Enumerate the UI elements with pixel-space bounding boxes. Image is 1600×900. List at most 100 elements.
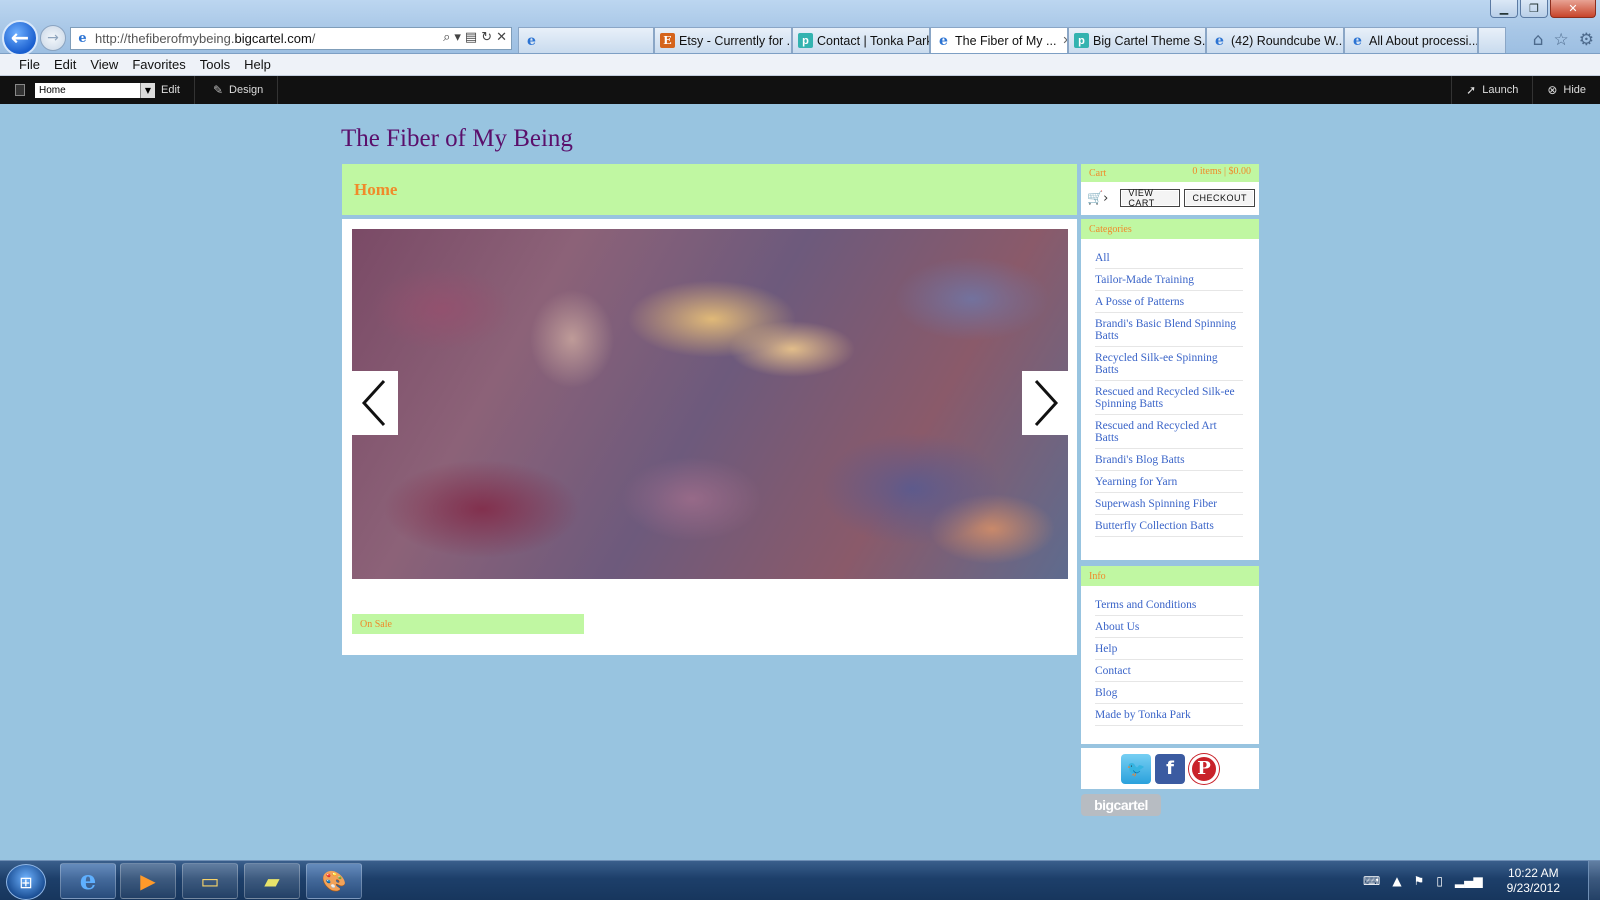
info-made-by-link[interactable]: Made by Tonka Park	[1095, 704, 1243, 726]
close-circle-icon: ⊗	[1547, 83, 1558, 97]
design-label: Design	[229, 84, 264, 96]
ie-icon: e	[939, 32, 948, 49]
start-button[interactable]: ⊞	[6, 864, 46, 900]
category-butterfly-collection-batts[interactable]: Butterfly Collection Batts	[1095, 515, 1243, 537]
page-icon	[15, 84, 25, 96]
network-signal-icon[interactable]: ▂▄▆	[1455, 874, 1483, 888]
menu-file[interactable]: File	[19, 57, 40, 72]
category-superwash-spinning-fiber[interactable]: Superwash Spinning Fiber	[1095, 493, 1243, 515]
design-button[interactable]: ✎ Design	[201, 83, 263, 97]
tab-label: All About processi...	[1369, 33, 1478, 48]
paint-taskbar-icon[interactable]: 🎨	[306, 863, 362, 899]
action-center-flag-icon[interactable]: ⚑	[1414, 874, 1425, 888]
tab-all-about-processing[interactable]: e All About processi...	[1344, 27, 1478, 53]
cart-box: Cart 0 items | $0.00 🛒› VIEW CART CHECKO…	[1081, 164, 1259, 215]
info-terms-link[interactable]: Terms and Conditions	[1095, 594, 1243, 616]
stop-icon[interactable]: ✕	[496, 30, 507, 45]
menu-tools[interactable]: Tools	[200, 57, 230, 72]
close-window-icon[interactable]: ✕	[1550, 0, 1596, 18]
tray-expand-icon[interactable]: ▲	[1392, 874, 1401, 888]
info-contact-link[interactable]: Contact	[1095, 660, 1243, 682]
info-about-link[interactable]: About Us	[1095, 616, 1243, 638]
home-icon[interactable]: ⌂	[1533, 30, 1544, 50]
clock-date: 9/23/2012	[1506, 881, 1560, 895]
minimize-icon[interactable]: ▁	[1490, 0, 1518, 18]
launch-button[interactable]: ➚ Launch	[1451, 76, 1532, 104]
menu-help[interactable]: Help	[244, 57, 271, 72]
category-recycled-silkee-batts[interactable]: Recycled Silk-ee Spinning Batts	[1095, 347, 1243, 381]
refresh-icon[interactable]: ↻	[481, 30, 492, 45]
back-button[interactable]: ←	[2, 20, 38, 56]
category-posse-of-patterns[interactable]: A Posse of Patterns	[1095, 291, 1243, 313]
media-player-taskbar-icon[interactable]: ▶	[120, 863, 176, 899]
system-tray: ⌨ ▲ ⚑ ▯ ▂▄▆ 10:22 AM 9/23/2012	[1363, 861, 1560, 900]
power-icon[interactable]: ▯	[1436, 874, 1443, 888]
category-tailor-made-training[interactable]: Tailor-Made Training	[1095, 269, 1243, 291]
window-controls: ▁ ❐ ✕	[1488, 0, 1596, 18]
menu-favorites[interactable]: Favorites	[132, 57, 185, 72]
file-explorer-taskbar-icon[interactable]: ▭	[182, 863, 238, 899]
hide-button[interactable]: ⊗ Hide	[1532, 76, 1600, 104]
sticky-notes-taskbar-icon[interactable]: ▰	[244, 863, 300, 899]
favorites-star-icon[interactable]: ☆	[1554, 30, 1569, 50]
dropdown-arrow-icon[interactable]: ▾	[454, 30, 461, 45]
divider	[193, 76, 195, 104]
forward-button[interactable]: →	[40, 25, 66, 51]
pinterest-icon[interactable]: P	[1189, 753, 1219, 784]
category-basic-blend-batts[interactable]: Brandi's Basic Blend Spinning Batts	[1095, 313, 1243, 347]
chevron-right-icon	[1034, 379, 1059, 427]
twitter-icon[interactable]: 🐦	[1121, 753, 1151, 784]
restore-icon[interactable]: ❐	[1520, 0, 1548, 18]
search-icon[interactable]: ⌕	[443, 30, 450, 45]
store-title[interactable]: The Fiber of My Being	[341, 125, 573, 153]
view-cart-button[interactable]: VIEW CART	[1120, 188, 1181, 208]
category-yearning-for-yarn[interactable]: Yearning for Yarn	[1095, 471, 1243, 493]
tab-label: Etsy - Currently for ...	[679, 33, 792, 48]
keyboard-icon[interactable]: ⌨	[1363, 874, 1380, 888]
tab-blank[interactable]: e	[518, 27, 654, 53]
category-all[interactable]: All	[1095, 247, 1243, 269]
admin-bar: Home ▼ Edit ✎ Design ➚ Launch ⊗ Hide	[0, 76, 1600, 104]
tab-fiber-of-my-being[interactable]: e The Fiber of My ... ✕	[930, 27, 1068, 53]
show-desktop-button[interactable]	[1588, 861, 1600, 900]
launch-label: Launch	[1482, 84, 1519, 96]
info-help-link[interactable]: Help	[1095, 638, 1243, 660]
main-content: On Sale	[342, 219, 1077, 655]
bigcartel-badge[interactable]: bigcartel	[1081, 794, 1161, 816]
slideshow-next-button[interactable]	[1022, 371, 1068, 435]
cart-header: Cart 0 items | $0.00	[1081, 164, 1259, 182]
ie-icon: e	[1353, 32, 1362, 49]
compatibility-icon[interactable]: ▤	[465, 30, 477, 45]
chevron-down-icon[interactable]: ▼	[140, 82, 155, 98]
browser-title-bar: ▁ ❐ ✕ ← → e http://thefiberofmybeing.big…	[0, 0, 1600, 56]
tab-strip: e E Etsy - Currently for ... p Contact |…	[518, 27, 1506, 53]
internet-explorer-taskbar-icon[interactable]: e	[60, 863, 116, 899]
tonkapark-icon: p	[798, 33, 813, 48]
page-select[interactable]: Home ▼	[35, 82, 155, 98]
address-bar[interactable]: e http://thefiberofmybeing.bigcartel.com…	[70, 27, 512, 50]
etsy-icon: E	[660, 33, 675, 48]
product-slideshow-image[interactable]	[352, 229, 1068, 579]
tab-tonka-park-contact[interactable]: p Contact | Tonka Park	[792, 27, 930, 53]
cart-label: Cart	[1089, 168, 1107, 179]
tab-label: (42) Roundcube W...	[1231, 33, 1344, 48]
category-rescued-recycled-art-batts[interactable]: Rescued and Recycled Art Batts	[1095, 415, 1243, 449]
slideshow-prev-button[interactable]	[352, 371, 398, 435]
shopping-cart-icon: 🛒›	[1087, 190, 1109, 206]
clock[interactable]: 10:22 AM 9/23/2012	[1507, 866, 1560, 896]
facebook-icon[interactable]: f	[1155, 753, 1185, 784]
tab-etsy[interactable]: E Etsy - Currently for ...	[654, 27, 792, 53]
launch-icon: ➚	[1466, 83, 1477, 97]
edit-link[interactable]: Edit	[161, 84, 194, 96]
category-rescued-recycled-silkee-batts[interactable]: Rescued and Recycled Silk-ee Spinning Ba…	[1095, 381, 1243, 415]
checkout-button[interactable]: CHECKOUT	[1184, 189, 1255, 207]
menu-edit[interactable]: Edit	[54, 57, 76, 72]
category-blog-batts[interactable]: Brandi's Blog Batts	[1095, 449, 1243, 471]
menu-view[interactable]: View	[90, 57, 118, 72]
info-blog-link[interactable]: Blog	[1095, 682, 1243, 704]
tab-big-cartel-theme[interactable]: p Big Cartel Theme S...	[1068, 27, 1206, 53]
gear-icon[interactable]: ⚙	[1579, 30, 1594, 50]
social-links: 🐦 f P	[1081, 748, 1259, 789]
tab-roundcube[interactable]: e (42) Roundcube W...	[1206, 27, 1344, 53]
new-tab-button[interactable]	[1478, 27, 1506, 53]
